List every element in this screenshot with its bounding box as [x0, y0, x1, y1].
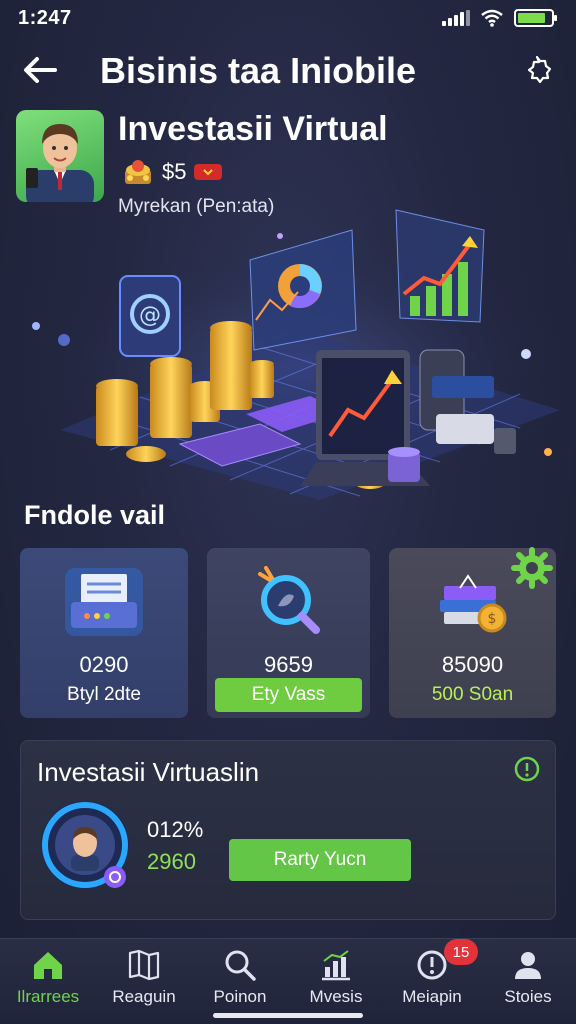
profile-title: Investasii Virtual [118, 110, 388, 148]
coin-amount: $5 [162, 159, 187, 184]
nav-label: Stoies [504, 987, 552, 1006]
avatar[interactable] [16, 110, 104, 202]
status-time: 1:247 [18, 6, 72, 29]
printer-icon [65, 568, 143, 636]
investment-action-button[interactable]: Rarty Yucn [229, 839, 411, 881]
back-button[interactable] [20, 52, 60, 88]
coin-balance: $5 [122, 158, 223, 186]
bottom-nav: Ilrarrees Reaguin Poinon Mvesis 15 Meiap… [0, 938, 576, 1024]
card-value: 85090 [441, 652, 504, 677]
nav-item-alerts[interactable]: 15 Meiapin [384, 939, 480, 1024]
coin-chest-icon [125, 160, 151, 184]
magnifier-icon [257, 566, 320, 634]
hero-illustration: @ [0, 200, 576, 500]
home-icon [34, 952, 62, 979]
info-icon[interactable] [513, 755, 541, 783]
nav-label: Mvesis [309, 987, 363, 1006]
svg-text:$: $ [487, 611, 496, 627]
app-header: Bisinis taa Iniobile [0, 42, 576, 98]
card-action-button[interactable]: Ety Vass [215, 678, 362, 712]
nav-label: Ilrarrees [16, 987, 80, 1006]
search-icon [225, 950, 256, 981]
card-subtitle: 500 S0an [431, 684, 514, 705]
avatar-ring[interactable] [37, 797, 133, 893]
signal-icon [442, 10, 470, 26]
nav-label: Poinon [213, 987, 267, 1006]
nav-label: Reaguin [112, 987, 176, 1006]
wifi-icon [481, 9, 503, 27]
card-subtitle: Btyl 2dte [67, 684, 141, 705]
card-value: 9659 [264, 652, 313, 677]
status-icons [442, 9, 557, 27]
battery-icon [514, 9, 557, 27]
section-title: Fndole vail [24, 500, 166, 530]
home-indicator[interactable] [213, 1013, 363, 1018]
investment-panel: Investasii Virtuaslin 012% 2960 Rarty Yu… [20, 740, 556, 920]
nav-label: Meiapin [402, 987, 462, 1006]
nav-item-map[interactable]: Reaguin [96, 939, 192, 1024]
settings-button[interactable] [520, 54, 556, 86]
nav-item-profile[interactable]: Stoies [480, 939, 576, 1024]
investment-title: Investasii Virtuaslin [37, 757, 260, 787]
nav-item-search[interactable]: Poinon [192, 939, 288, 1024]
investment-percent: 012% [147, 817, 204, 842]
nav-item-home[interactable]: Ilrarrees [0, 939, 96, 1024]
notification-badge: 15 [444, 939, 478, 965]
stat-card-1[interactable]: 0290 Btyl 2dte [20, 548, 188, 718]
chart-icon [322, 950, 350, 981]
gear-badge-icon [511, 547, 553, 589]
nav-item-analytics[interactable]: Mvesis [288, 939, 384, 1024]
svg-text:@: @ [139, 303, 161, 328]
page-title: Bisinis taa Iniobile [100, 50, 417, 91]
card-value: 0290 [79, 652, 129, 677]
investment-amount: 2960 [147, 849, 196, 874]
user-icon [515, 952, 541, 979]
books-coin-icon: $ [439, 574, 506, 633]
arrow-left-icon [24, 57, 57, 83]
gear-icon [527, 55, 552, 84]
stat-card-2[interactable]: 9659 Ety Vass [207, 548, 370, 718]
status-bar: 1:247 [0, 0, 576, 36]
stat-card-3[interactable]: $ 85090 500 S0an [389, 547, 556, 718]
flag-icon [194, 164, 223, 180]
map-icon [128, 949, 160, 981]
